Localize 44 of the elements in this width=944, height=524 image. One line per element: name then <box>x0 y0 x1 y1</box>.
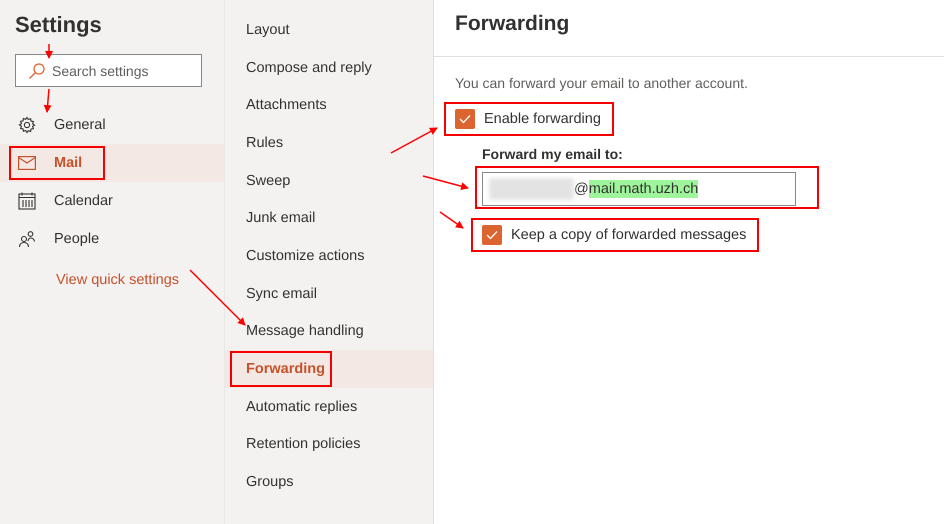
field-label: Forward my email to: <box>482 146 624 162</box>
nav-item[interactable]: Calendar <box>0 182 224 220</box>
email-input-field[interactable]: @mail.math.uzh.ch <box>482 172 796 206</box>
annotation-arrow <box>422 175 469 190</box>
nav-item[interactable]: Mail <box>0 144 224 182</box>
annotation-arrow <box>44 88 52 113</box>
menu-item[interactable]: Automatic replies <box>225 388 433 426</box>
nav-item[interactable]: People <box>0 220 224 258</box>
annotation-arrow <box>440 211 464 229</box>
checkbox[interactable] <box>455 109 475 129</box>
menu-item[interactable]: Compose and reply <box>225 48 433 86</box>
menu-item[interactable]: Layout <box>225 11 433 49</box>
menu-item[interactable]: Rules <box>225 124 433 162</box>
menu-item[interactable]: Message handling <box>225 312 433 350</box>
checkbox[interactable] <box>482 225 502 245</box>
menu-item[interactable]: Retention policies <box>225 426 433 464</box>
annotation-arrow <box>45 44 53 59</box>
check-icon <box>486 230 498 240</box>
check-icon <box>459 114 471 124</box>
highlighted-text: mail.math.uzh.ch <box>588 180 698 198</box>
description-text: You can forward your email to another account. <box>455 75 749 91</box>
nav-item[interactable]: General <box>0 106 224 144</box>
annotation-arrow <box>189 269 246 326</box>
people-icon <box>18 230 36 248</box>
menu-item[interactable]: Forwarding <box>225 350 433 388</box>
panel-title: Forwarding <box>455 12 570 36</box>
menu-item[interactable]: Attachments <box>225 86 433 124</box>
menu-item[interactable]: Customize actions <box>225 237 433 275</box>
checkbox-label: Keep a copy of forwarded messages <box>511 227 746 243</box>
annotation-arrow <box>390 127 438 154</box>
checkbox-label: Enable forwarding <box>484 111 601 127</box>
menu-item[interactable]: Sync email <box>225 274 433 312</box>
search-icon <box>28 62 46 80</box>
mail-icon <box>18 156 36 170</box>
settings-title: Settings <box>15 12 103 38</box>
quick-settings-link[interactable]: View quick settings <box>56 272 224 288</box>
gear-icon <box>18 116 36 134</box>
search-field[interactable]: Search settings <box>15 54 202 87</box>
menu-item[interactable]: Junk email <box>225 199 433 238</box>
menu-item[interactable]: Groups <box>225 463 433 501</box>
input-text: @ <box>574 180 589 198</box>
search-input[interactable]: Search settings <box>50 62 190 80</box>
calendar-icon <box>18 192 36 210</box>
menu-item[interactable]: Sweep <box>225 162 433 200</box>
